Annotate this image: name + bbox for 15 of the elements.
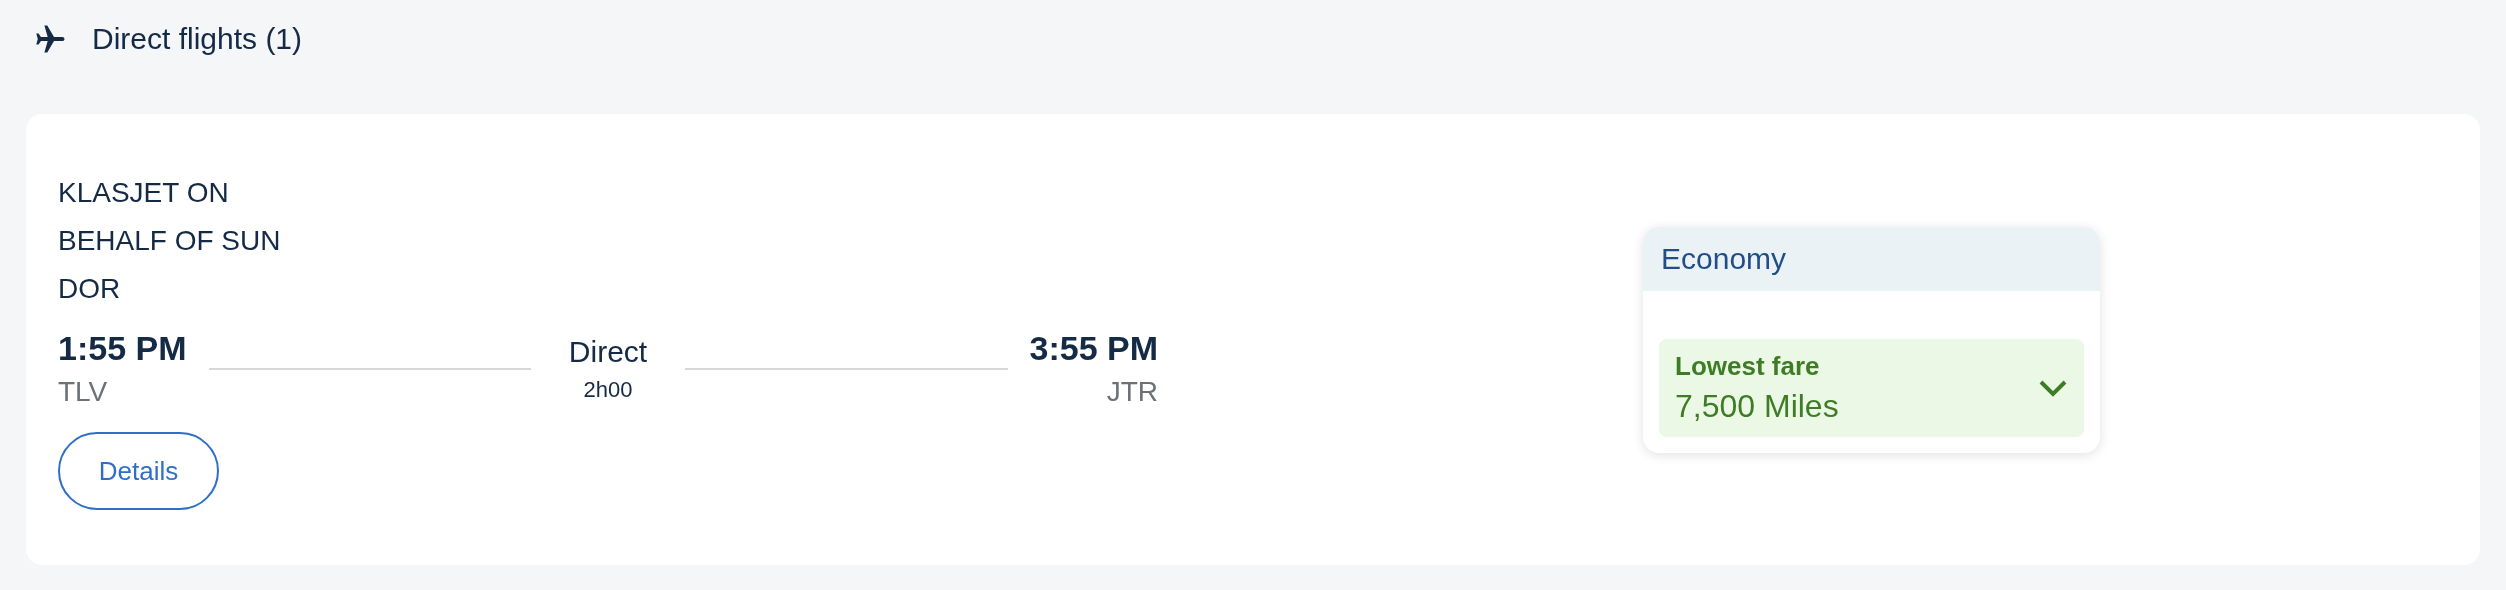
details-button[interactable]: Details bbox=[58, 432, 219, 510]
flight-duration: 2h00 bbox=[583, 376, 633, 403]
fare-price: 7,500 Miles bbox=[1675, 387, 1839, 425]
arrival-airport: JTR bbox=[1106, 376, 1158, 408]
departure-airport: TLV bbox=[58, 376, 108, 408]
arrival-time: 3:55 PM bbox=[1029, 329, 1158, 368]
fare-tag: Lowest fare bbox=[1675, 350, 1839, 382]
airline-name: BEHALF OF SUN bbox=[58, 224, 282, 258]
cabin-header: Economy bbox=[1643, 226, 2100, 291]
stops-label: Direct bbox=[568, 334, 648, 369]
fare-option[interactable]: Lowest fare 7,500 Miles bbox=[1659, 338, 2084, 437]
departure-time: 1:55 PM bbox=[58, 329, 187, 368]
section-title: Direct flights (1) bbox=[92, 22, 303, 56]
airline-name: DOR bbox=[58, 272, 122, 306]
airline-name: KLASJET ON bbox=[58, 176, 230, 210]
